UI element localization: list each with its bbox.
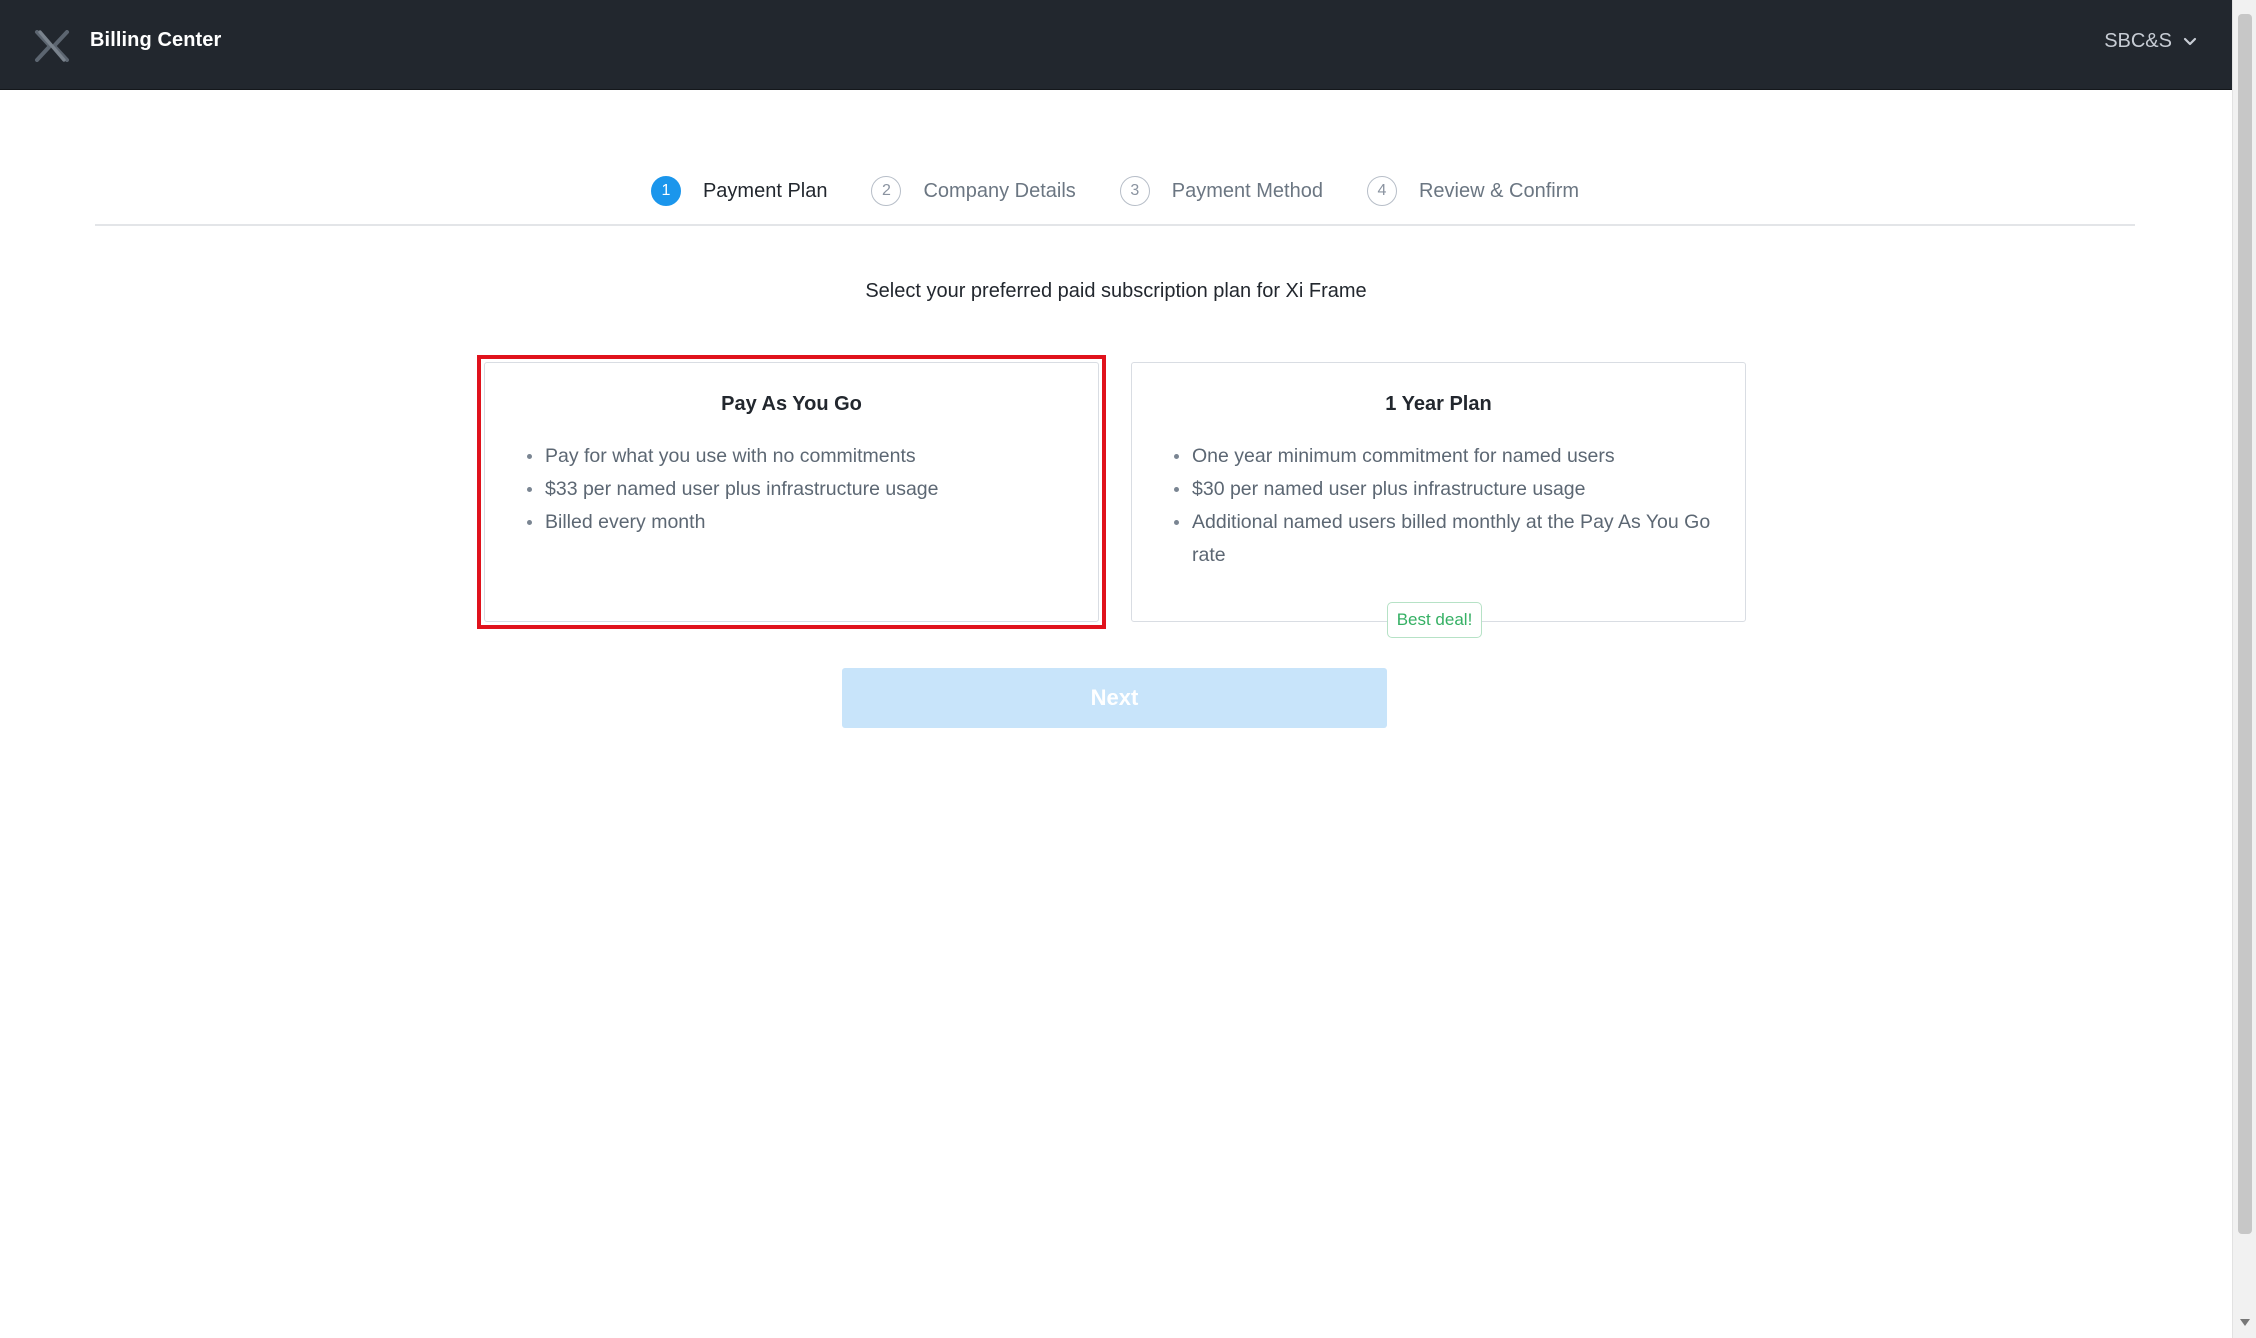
plan-title: Pay As You Go — [721, 393, 862, 415]
vertical-scrollbar[interactable] — [2232, 0, 2256, 1338]
account-name: SBC&S — [2104, 30, 2172, 52]
next-button[interactable]: Next — [842, 668, 1387, 728]
step-number: 2 — [871, 176, 902, 206]
plan-card-1-year[interactable]: 1 Year Plan One year minimum commitment … — [1131, 362, 1746, 622]
plan-feature: Billed every month — [527, 506, 1068, 539]
chevron-down-icon — [2183, 37, 2197, 45]
checkout-stepper: 1 Payment Plan 2 Company Details 3 Payme… — [95, 168, 2135, 226]
best-deal-badge: Best deal! — [1387, 602, 1482, 638]
plan-options: Pay As You Go Pay for what you use with … — [484, 362, 1748, 622]
plan-feature: Additional named users billed monthly at… — [1174, 506, 1715, 572]
plan-feature: $30 per named user plus infrastructure u… — [1174, 473, 1715, 506]
account-menu[interactable]: SBC&S — [2104, 30, 2198, 53]
step-payment-plan[interactable]: 1 Payment Plan — [650, 176, 828, 206]
step-review-confirm[interactable]: 4 Review & Confirm — [1366, 176, 1580, 206]
scroll-down-arrow-icon[interactable] — [2240, 1319, 2250, 1326]
step-payment-method[interactable]: 3 Payment Method — [1119, 176, 1323, 206]
scrollbar-thumb[interactable] — [2238, 14, 2252, 1234]
step-company-details[interactable]: 2 Company Details — [871, 176, 1076, 206]
step-label: Payment Method — [1171, 179, 1323, 202]
plan-feature: Pay for what you use with no commitments — [527, 440, 1068, 473]
top-header: Billing Center SBC&S — [0, 0, 2232, 90]
step-number: 4 — [1366, 176, 1397, 206]
billing-app: Billing Center SBC&S 1 Payment Plan 2 Co… — [0, 0, 2232, 1338]
step-label: Company Details — [923, 179, 1076, 202]
plan-feature: One year minimum commitment for named us… — [1174, 440, 1715, 473]
plan-features: Pay for what you use with no commitments… — [485, 440, 1098, 539]
app-title: Billing Center — [90, 29, 222, 51]
step-number: 1 — [650, 176, 681, 206]
plan-card-pay-as-you-go[interactable]: Pay As You Go Pay for what you use with … — [484, 362, 1099, 622]
plan-feature: $33 per named user plus infrastructure u… — [527, 473, 1068, 506]
step-number: 3 — [1119, 176, 1150, 206]
step-label: Payment Plan — [702, 179, 828, 202]
plan-features: One year minimum commitment for named us… — [1132, 440, 1745, 572]
page-heading: Select your preferred paid subscription … — [865, 280, 1367, 302]
x-logo-icon[interactable] — [34, 30, 70, 62]
plan-title: 1 Year Plan — [1385, 393, 1492, 415]
step-label: Review & Confirm — [1418, 179, 1580, 202]
